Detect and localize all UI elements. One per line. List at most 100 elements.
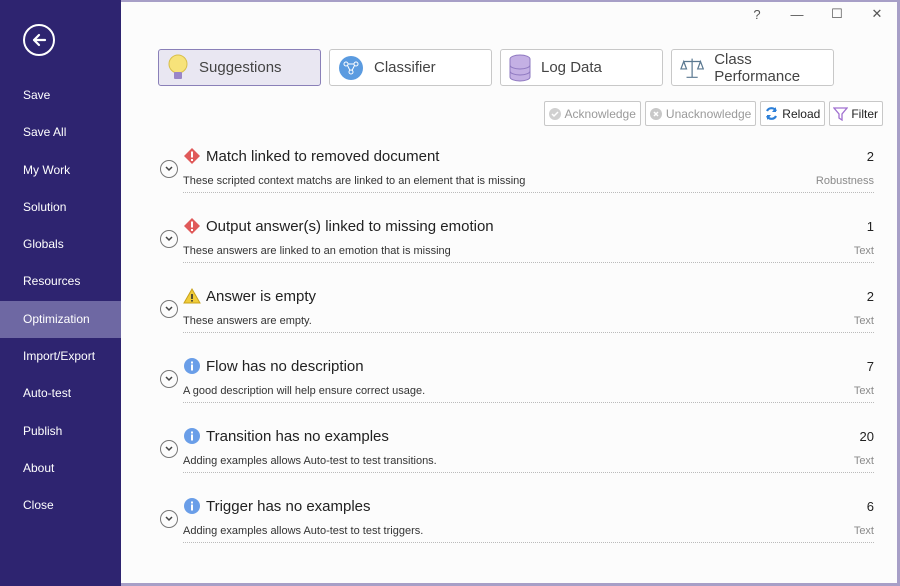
suggestion-item[interactable]: Flow has no description 7 A good descripti… bbox=[158, 352, 874, 422]
lightbulb-icon bbox=[168, 54, 188, 79]
filter-button[interactable]: Filter bbox=[829, 101, 883, 126]
suggestion-list: Match linked to removed document 2 These s… bbox=[158, 142, 874, 562]
suggestion-count: 7 bbox=[866, 359, 874, 374]
suggestion-title: Transition has no examples bbox=[206, 428, 389, 445]
suggestion-title: Output answer(s) linked to missing emoti… bbox=[206, 218, 494, 235]
chevron-down-icon bbox=[165, 516, 173, 522]
sidebar-item-publish[interactable]: Publish bbox=[0, 413, 121, 450]
suggestion-category: Text bbox=[853, 245, 874, 257]
sidebar-item-globals[interactable]: Globals bbox=[0, 226, 121, 263]
sidebar-item-save[interactable]: Save bbox=[0, 77, 121, 114]
scales-icon bbox=[680, 58, 705, 78]
suggestion-count: 20 bbox=[859, 429, 874, 444]
expand-button[interactable] bbox=[160, 160, 178, 178]
close-button[interactable]: ✕ bbox=[857, 2, 897, 26]
suggestion-description: These scripted context matchs are linked… bbox=[183, 175, 526, 187]
sidebar-item-auto-test[interactable]: Auto-test bbox=[0, 375, 121, 412]
unacknowledge-label: Unacknowledge bbox=[665, 106, 752, 121]
error-diamond-icon bbox=[183, 217, 201, 240]
chevron-down-icon bbox=[165, 306, 173, 312]
chevron-down-icon bbox=[165, 166, 173, 172]
reload-icon bbox=[764, 106, 779, 121]
sidebar-item-optimization[interactable]: Optimization bbox=[0, 300, 121, 339]
sidebar-nav: Save Save All My Work Solution Globals R… bbox=[0, 77, 121, 525]
divider bbox=[183, 472, 874, 473]
suggestion-title: Match linked to removed document bbox=[206, 148, 440, 165]
unacknowledge-button[interactable]: Unacknowledge bbox=[644, 101, 757, 126]
suggestion-category: Text bbox=[853, 455, 874, 467]
suggestion-category: Robustness bbox=[815, 175, 874, 187]
info-circle-icon bbox=[183, 497, 201, 520]
suggestion-description: Adding examples allows Auto-test to test… bbox=[183, 525, 424, 537]
suggestion-category: Text bbox=[853, 315, 874, 327]
maximize-button[interactable]: ☐ bbox=[817, 2, 857, 26]
sidebar-item-my-work[interactable]: My Work bbox=[0, 152, 121, 189]
tab-label: Classifier bbox=[374, 59, 436, 76]
suggestion-title: Answer is empty bbox=[206, 288, 317, 305]
window-controls: ? — ☐ ✕ bbox=[737, 2, 897, 26]
suggestion-description: These answers are linked to an emotion t… bbox=[183, 245, 451, 257]
minimize-button[interactable]: — bbox=[777, 2, 817, 26]
tab-label: Suggestions bbox=[199, 59, 282, 76]
divider bbox=[183, 402, 874, 403]
warning-triangle-icon bbox=[183, 287, 201, 310]
suggestion-description: A good description will help ensure corr… bbox=[183, 385, 426, 397]
divider bbox=[183, 192, 874, 193]
help-button[interactable]: ? bbox=[737, 2, 777, 26]
suggestion-category: Text bbox=[853, 525, 874, 537]
tab-suggestions[interactable]: Suggestions bbox=[158, 49, 321, 86]
suggestion-category: Text bbox=[853, 385, 874, 397]
expand-button[interactable] bbox=[160, 300, 178, 318]
acknowledge-button[interactable]: Acknowledge bbox=[543, 101, 641, 126]
divider bbox=[183, 332, 874, 333]
suggestion-count: 2 bbox=[866, 289, 874, 304]
suggestion-count: 2 bbox=[866, 149, 874, 164]
suggestion-description: Adding examples allows Auto-test to test… bbox=[183, 455, 437, 467]
chevron-down-icon bbox=[165, 446, 173, 452]
suggestion-count: 1 bbox=[866, 219, 874, 234]
expand-button[interactable] bbox=[160, 370, 178, 388]
suggestion-description: These answers are empty. bbox=[183, 315, 312, 327]
error-diamond-icon bbox=[183, 147, 201, 170]
divider bbox=[183, 542, 874, 543]
tab-classifier[interactable]: Classifier bbox=[329, 49, 492, 86]
acknowledge-label: Acknowledge bbox=[564, 106, 636, 121]
x-circle-icon bbox=[649, 107, 663, 121]
suggestion-title: Trigger has no examples bbox=[206, 498, 371, 515]
reload-label: Reload bbox=[782, 106, 821, 121]
main-panel: ? — ☐ ✕ Suggestions Classifier Log Data … bbox=[121, 2, 897, 583]
suggestion-count: 6 bbox=[866, 499, 874, 514]
suggestion-title: Flow has no description bbox=[206, 358, 364, 375]
suggestion-item[interactable]: Match linked to removed document 2 These s… bbox=[158, 142, 874, 212]
sidebar-item-solution[interactable]: Solution bbox=[0, 189, 121, 226]
expand-button[interactable] bbox=[160, 230, 178, 248]
suggestion-item[interactable]: Transition has no examples 20 Adding examp… bbox=[158, 422, 874, 492]
chevron-down-icon bbox=[165, 236, 173, 242]
chevron-down-icon bbox=[165, 376, 173, 382]
suggestion-item[interactable]: Output answer(s) linked to missing emoti… bbox=[158, 212, 874, 282]
tab-log-data[interactable]: Log Data bbox=[500, 49, 663, 86]
database-icon bbox=[509, 54, 531, 82]
action-toolbar: Acknowledge Unacknowledge Reload Filter bbox=[543, 101, 883, 126]
suggestion-item[interactable]: Answer is empty 2 These answers are empty.… bbox=[158, 282, 874, 352]
sidebar-item-about[interactable]: About bbox=[0, 450, 121, 487]
info-circle-icon bbox=[183, 427, 201, 450]
tab-class-performance[interactable]: Class Performance bbox=[671, 49, 834, 86]
expand-button[interactable] bbox=[160, 440, 178, 458]
filter-icon bbox=[833, 106, 849, 121]
sidebar-item-save-all[interactable]: Save All bbox=[0, 114, 121, 151]
arrow-left-icon bbox=[32, 33, 47, 47]
divider bbox=[183, 262, 874, 263]
tab-label: Class Performance bbox=[714, 50, 801, 85]
reload-button[interactable]: Reload bbox=[760, 101, 826, 126]
back-button[interactable] bbox=[23, 24, 55, 56]
check-circle-icon bbox=[548, 107, 562, 121]
sidebar-item-import-export[interactable]: Import/Export bbox=[0, 338, 121, 375]
info-circle-icon bbox=[183, 357, 201, 380]
sidebar-item-close[interactable]: Close bbox=[0, 487, 121, 524]
sidebar-item-resources[interactable]: Resources bbox=[0, 263, 121, 300]
expand-button[interactable] bbox=[160, 510, 178, 528]
sidebar: Save Save All My Work Solution Globals R… bbox=[0, 0, 121, 586]
tab-label: Log Data bbox=[541, 59, 602, 76]
suggestion-item[interactable]: Trigger has no examples 6 Adding examples … bbox=[158, 492, 874, 562]
